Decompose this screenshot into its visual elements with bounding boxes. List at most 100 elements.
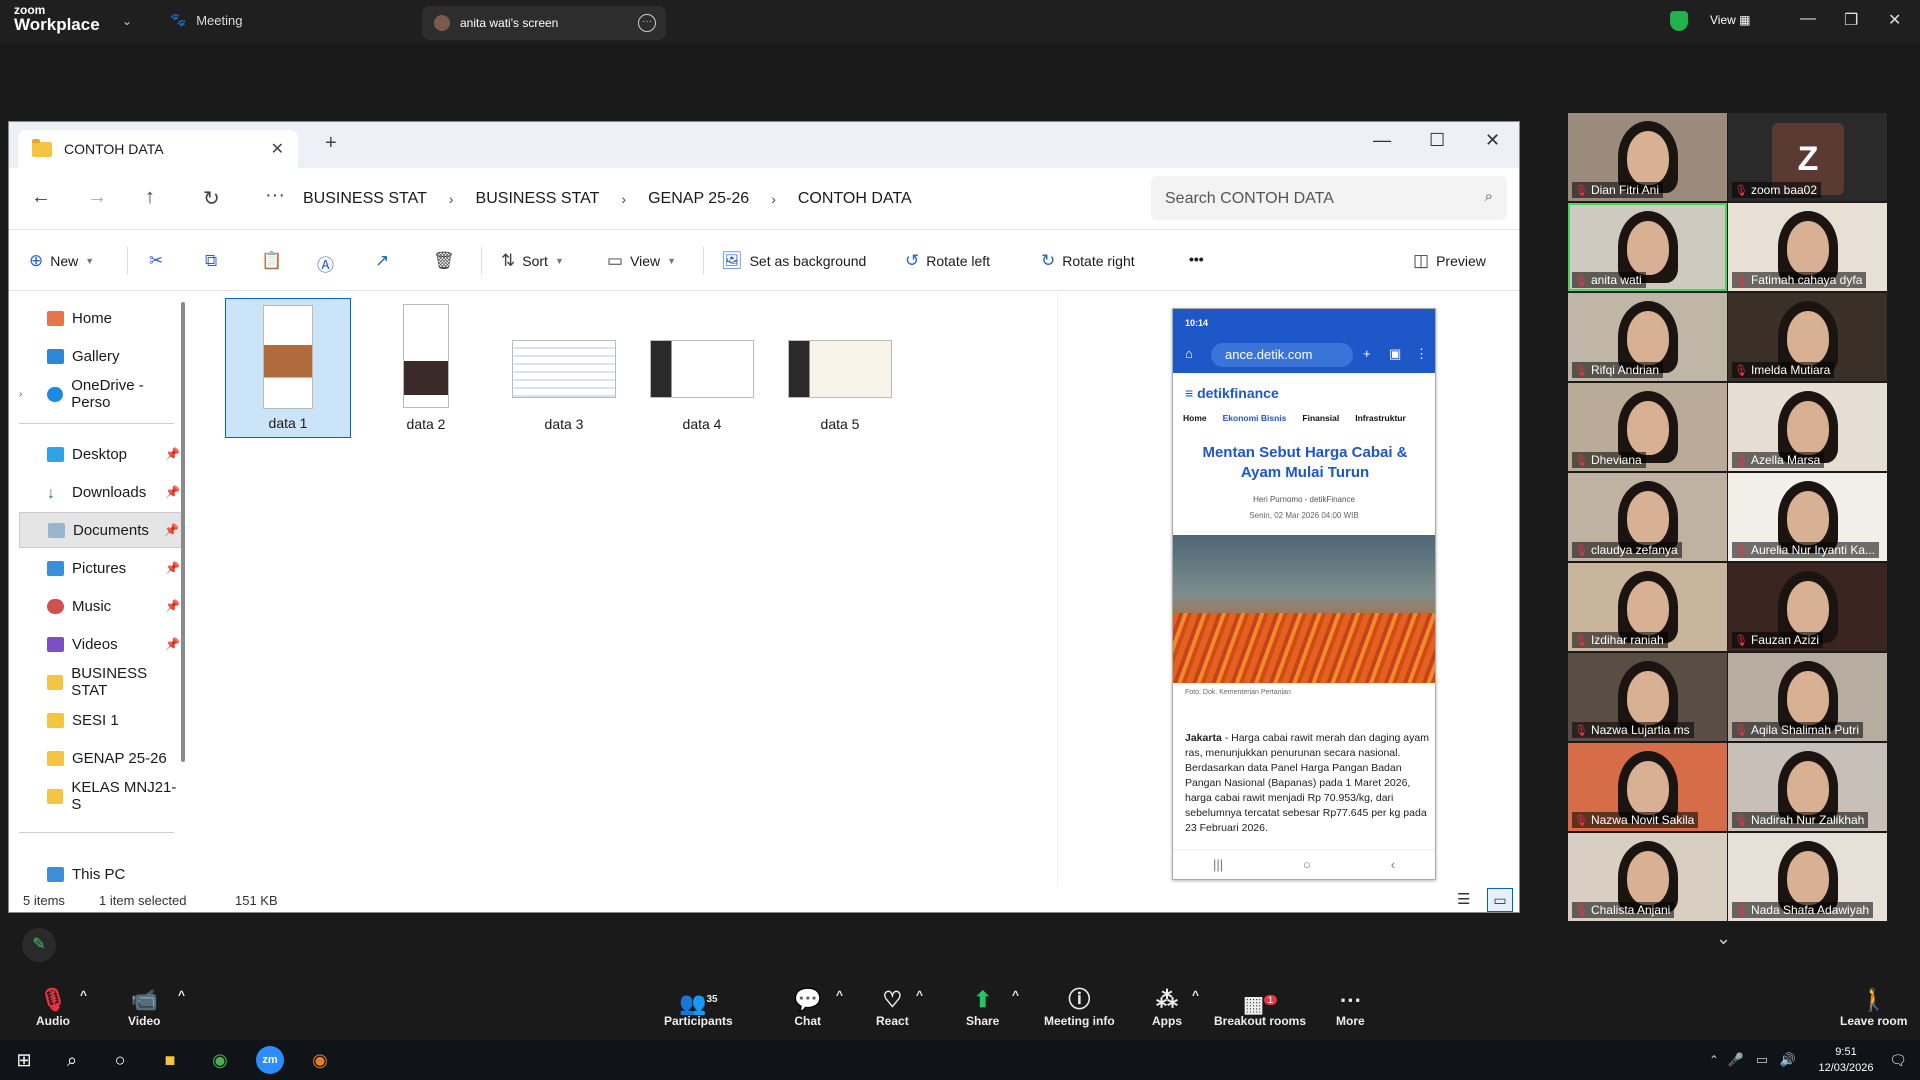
participant-tile[interactable]: 🎙 Dian Fitri Ani bbox=[1568, 113, 1727, 201]
file-item[interactable]: data 5 bbox=[777, 298, 903, 438]
task-view-icon[interactable]: ○ bbox=[106, 1046, 134, 1074]
participant-tile[interactable]: 🎙 Rifqi Andrian bbox=[1568, 293, 1727, 381]
refresh-icon[interactable]: ↻ bbox=[203, 186, 220, 211]
participant-tile[interactable]: 🎙 Aqila Shalimah Putri bbox=[1728, 653, 1887, 741]
breakout-rooms-button[interactable]: ▦ 1 Breakout rooms bbox=[1214, 988, 1306, 1028]
participant-tile[interactable]: 🎙 anita wati bbox=[1568, 203, 1727, 291]
sidebar-item-this-pc[interactable]: This PC bbox=[19, 864, 182, 884]
sidebar-item-pictures[interactable]: Pictures 📌 bbox=[19, 550, 182, 586]
explorer-tab[interactable]: CONTOH DATA ✕ bbox=[18, 130, 298, 168]
rotate-right-button[interactable]: ↻ Rotate right bbox=[1041, 251, 1135, 271]
chat-options-caret[interactable]: ^ bbox=[836, 988, 843, 1002]
participant-tile[interactable]: 🎙 Imelda Mutiara bbox=[1728, 293, 1887, 381]
participant-tile[interactable]: 🎙 Izdihar raniah bbox=[1568, 563, 1727, 651]
participant-tile[interactable]: 🎙 Azella Marsa bbox=[1728, 383, 1887, 471]
view-button[interactable]: View ▦ bbox=[1710, 13, 1750, 27]
audio-button[interactable]: 🎙 Audio bbox=[36, 988, 70, 1029]
pin-icon[interactable]: 📌 bbox=[165, 637, 180, 651]
participant-tile[interactable]: 🎙 Aurelia Nur Iryanti Ka... bbox=[1728, 473, 1887, 561]
video-options-caret[interactable]: ^ bbox=[178, 988, 185, 1002]
sidebar-item-music[interactable]: Music 📌 bbox=[19, 588, 182, 624]
more-options-button[interactable]: ••• bbox=[1189, 251, 1204, 267]
participant-tile[interactable]: 🎙 Fauzan Azizi bbox=[1728, 563, 1887, 651]
rename-button[interactable]: Ⓐ bbox=[317, 251, 334, 276]
participant-tile[interactable]: 🎙 Nazwa Lujartia ms bbox=[1568, 653, 1727, 741]
participants-button[interactable]: 👥35 Participants bbox=[664, 988, 733, 1028]
participant-tile[interactable]: 🎙 Chalista Anjani bbox=[1568, 833, 1727, 921]
participant-tile[interactable]: 🎙 Dheviana bbox=[1568, 383, 1727, 471]
up-icon[interactable]: ↑ bbox=[145, 186, 155, 209]
maximize-icon[interactable]: ☐ bbox=[1429, 130, 1445, 151]
share-button[interactable]: ⬆ Share bbox=[966, 988, 999, 1029]
apps-options-caret[interactable]: ^ bbox=[1192, 988, 1199, 1002]
shared-screen-tab[interactable]: anita wati's screen ··· bbox=[422, 6, 666, 40]
participant-tile[interactable]: Z 🎙 zoom baa02 bbox=[1728, 113, 1887, 201]
delete-button[interactable]: 🗑 bbox=[433, 251, 455, 271]
rotate-left-button[interactable]: ↺ Rotate left bbox=[905, 251, 990, 271]
breadcrumb-item[interactable]: GENAP 25-26 bbox=[648, 190, 749, 208]
more-button[interactable]: ⋯ More bbox=[1336, 988, 1365, 1029]
chevron-right-icon[interactable]: › bbox=[19, 389, 22, 400]
sidebar-item-downloads[interactable]: ↓ Downloads 📌 bbox=[19, 474, 182, 510]
chrome-icon[interactable]: ◉ bbox=[206, 1046, 234, 1074]
participant-tile[interactable]: 🎙 claudya zefanya bbox=[1568, 473, 1727, 561]
forward-icon[interactable]: → bbox=[87, 186, 107, 209]
sidebar-item-documents[interactable]: Documents 📌 bbox=[19, 512, 182, 548]
restore-icon[interactable]: ❐ bbox=[1844, 10, 1858, 30]
file-explorer-icon[interactable]: ■ bbox=[156, 1046, 184, 1074]
large-icons-view-icon[interactable]: ▭ bbox=[1487, 888, 1513, 912]
new-button[interactable]: ⊕ New ▼ bbox=[29, 251, 94, 271]
close-icon[interactable]: ✕ bbox=[1485, 130, 1500, 151]
search-input[interactable]: Search CONTOH DATA ⌕ bbox=[1151, 176, 1507, 220]
react-options-caret[interactable]: ^ bbox=[916, 988, 923, 1002]
video-button[interactable]: 📹 Video bbox=[128, 988, 160, 1029]
more-path-icon[interactable]: ··· bbox=[265, 184, 285, 207]
notifications-icon[interactable]: 🗨 bbox=[1884, 1046, 1912, 1074]
zoom-logo[interactable]: zoom Workplace bbox=[14, 4, 100, 34]
network-icon[interactable]: ▭ bbox=[1748, 1046, 1776, 1074]
clock[interactable]: 9:51 12/03/2026 bbox=[1806, 1044, 1886, 1076]
new-tab-icon[interactable]: + bbox=[325, 132, 337, 155]
sidebar-item-gallery[interactable]: Gallery bbox=[19, 338, 182, 374]
set-as-background-button[interactable]: 🖼 Set as background bbox=[721, 251, 866, 271]
pin-icon[interactable]: 📌 bbox=[165, 561, 180, 575]
pin-icon[interactable]: 📌 bbox=[165, 447, 180, 461]
participant-tile[interactable]: 🎙 Fatimah cahaya dyfa bbox=[1728, 203, 1887, 291]
zoom-app-icon[interactable]: zm bbox=[256, 1046, 284, 1074]
details-view-icon[interactable]: ☰ bbox=[1457, 890, 1470, 908]
share-button[interactable]: ↗ bbox=[375, 251, 389, 271]
file-item[interactable]: data 2 bbox=[363, 298, 489, 438]
pin-icon[interactable]: 📌 bbox=[165, 599, 180, 613]
leave-room-button[interactable]: 🚶 Leave room bbox=[1840, 988, 1907, 1029]
apps-button[interactable]: ⁂ Apps bbox=[1152, 988, 1182, 1029]
sidebar-item-desktop[interactable]: Desktop 📌 bbox=[19, 436, 182, 472]
volume-icon[interactable]: 🔊 bbox=[1774, 1046, 1802, 1074]
close-tab-icon[interactable]: ✕ bbox=[271, 139, 284, 159]
cut-button[interactable]: ✂ bbox=[149, 251, 163, 271]
chat-button[interactable]: 💬 Chat bbox=[794, 988, 821, 1029]
more-options-icon[interactable]: ··· bbox=[638, 14, 656, 32]
react-button[interactable]: ♡ React bbox=[876, 988, 909, 1029]
file-item[interactable]: data 4 bbox=[639, 298, 765, 438]
view-button[interactable]: ▭ View ▼ bbox=[607, 251, 676, 271]
sidebar-scrollbar[interactable] bbox=[181, 302, 185, 762]
breadcrumb-item[interactable]: CONTOH DATA bbox=[798, 190, 912, 208]
sidebar-item-home[interactable]: Home bbox=[19, 300, 182, 336]
sidebar-item-onedrive[interactable]: › OneDrive - Perso bbox=[19, 376, 182, 412]
microphone-icon[interactable]: 🎤 bbox=[1722, 1046, 1750, 1074]
sidebar-item-videos[interactable]: Videos 📌 bbox=[19, 626, 182, 662]
pin-icon[interactable]: 📌 bbox=[164, 523, 179, 537]
sort-button[interactable]: ⇅ Sort ▼ bbox=[501, 251, 564, 271]
file-item[interactable]: data 1 bbox=[225, 298, 351, 438]
file-item[interactable]: data 3 bbox=[501, 298, 627, 438]
chrome-icon[interactable]: ◉ bbox=[306, 1046, 334, 1074]
breadcrumb-item[interactable]: BUSINESS STAT bbox=[476, 190, 600, 208]
preview-pane-button[interactable]: ◫ Preview bbox=[1413, 251, 1486, 271]
sidebar-item-genap[interactable]: GENAP 25-26 bbox=[19, 740, 182, 776]
pin-icon[interactable]: 📌 bbox=[165, 485, 180, 499]
copy-button[interactable]: ⧉ bbox=[205, 251, 217, 271]
breadcrumb-item[interactable]: BUSINESS STAT bbox=[303, 190, 427, 208]
sidebar-item-business-stat[interactable]: BUSINESS STAT bbox=[19, 664, 182, 700]
sidebar-item-sesi-1[interactable]: SESI 1 bbox=[19, 702, 182, 738]
chevron-down-icon[interactable]: ⌄ bbox=[122, 14, 132, 28]
